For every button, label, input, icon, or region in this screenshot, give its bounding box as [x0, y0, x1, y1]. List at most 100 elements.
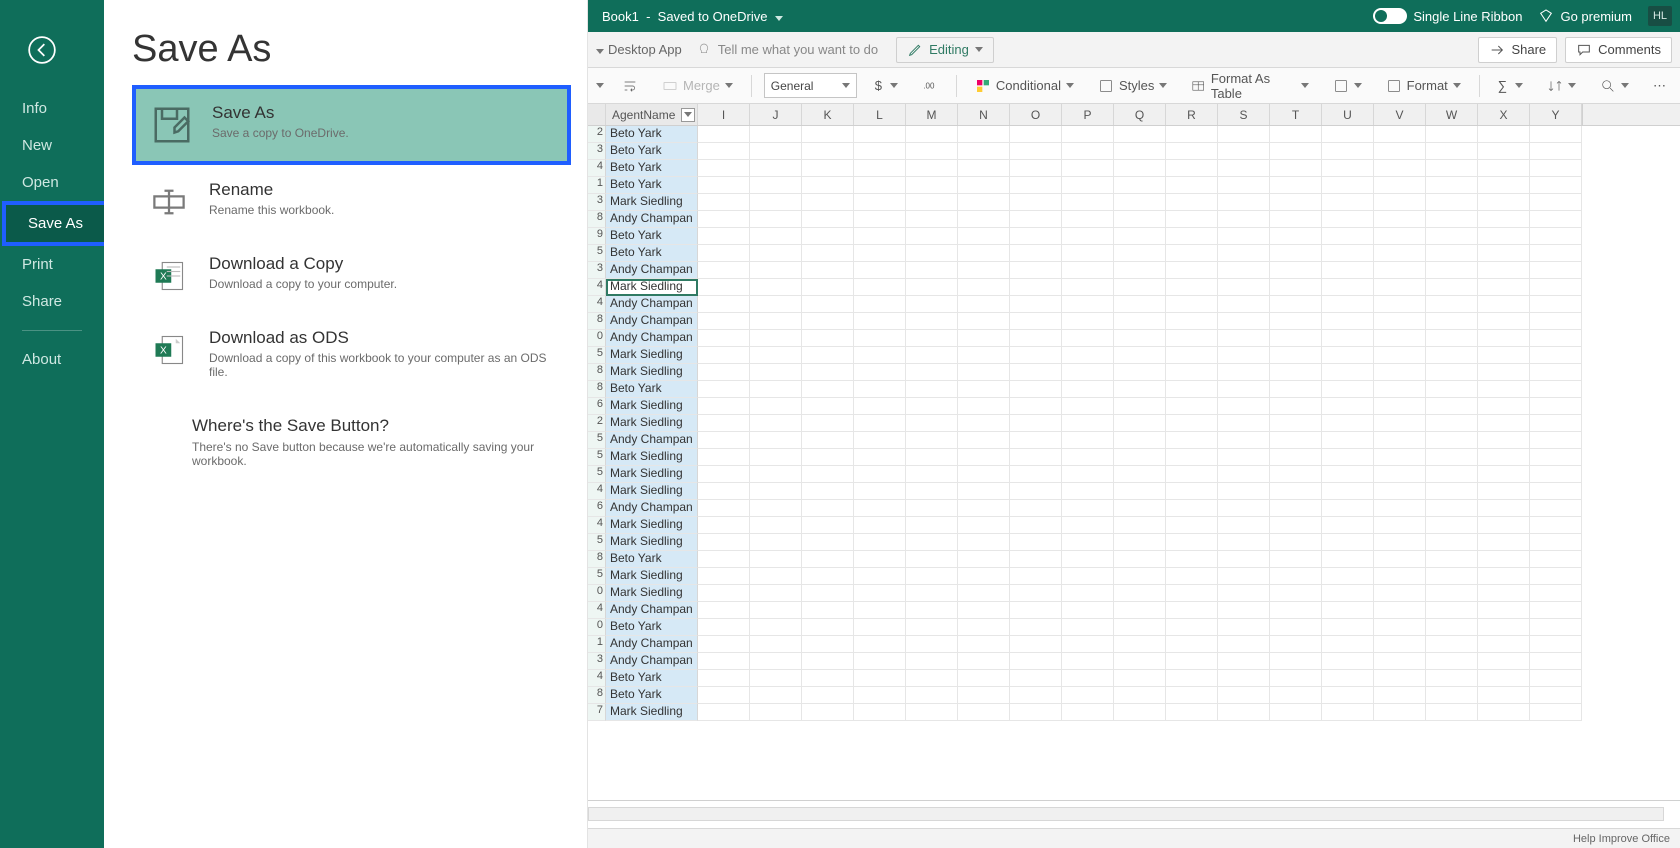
table-row[interactable]: 3Mark Siedling	[588, 194, 1680, 211]
table-row[interactable]: 1Andy Champan	[588, 636, 1680, 653]
grid-cell[interactable]	[1062, 568, 1114, 585]
grid-cell[interactable]	[1530, 619, 1582, 636]
grid-cell[interactable]	[906, 500, 958, 517]
grid-cell[interactable]	[802, 177, 854, 194]
grid-cell[interactable]	[1478, 466, 1530, 483]
row-id-cell[interactable]: 5	[588, 347, 606, 364]
table-row[interactable]: 8Beto Yark	[588, 551, 1680, 568]
grid-cell[interactable]	[802, 143, 854, 160]
agent-name-cell[interactable]: Mark Siedling	[606, 466, 698, 483]
grid-cell[interactable]	[1218, 262, 1270, 279]
grid-cell[interactable]	[1530, 313, 1582, 330]
grid-cell[interactable]	[1114, 500, 1166, 517]
grid-cell[interactable]	[1166, 619, 1218, 636]
grid-cell[interactable]	[698, 296, 750, 313]
grid-cell[interactable]	[698, 143, 750, 160]
grid-cell[interactable]	[1426, 313, 1478, 330]
grid-cell[interactable]	[1426, 636, 1478, 653]
grid-cell[interactable]	[906, 534, 958, 551]
grid-cell[interactable]	[1478, 262, 1530, 279]
grid-cell[interactable]	[1218, 517, 1270, 534]
grid-cell[interactable]	[1478, 449, 1530, 466]
grid-cell[interactable]	[906, 517, 958, 534]
grid-cell[interactable]	[698, 313, 750, 330]
grid-cell[interactable]	[906, 381, 958, 398]
grid-cell[interactable]	[802, 585, 854, 602]
grid-cell[interactable]	[1062, 364, 1114, 381]
table-row[interactable]: 5Beto Yark	[588, 245, 1680, 262]
grid-cell[interactable]	[906, 551, 958, 568]
grid-cell[interactable]	[958, 177, 1010, 194]
grid-cell[interactable]	[1530, 296, 1582, 313]
grid-cell[interactable]	[1114, 330, 1166, 347]
grid-cell[interactable]	[698, 415, 750, 432]
grid-cell[interactable]	[1010, 704, 1062, 721]
grid-cell[interactable]	[802, 619, 854, 636]
grid-cell[interactable]	[1010, 262, 1062, 279]
grid-cell[interactable]	[1322, 194, 1374, 211]
grid-cell[interactable]	[1114, 126, 1166, 143]
grid-cell[interactable]	[906, 296, 958, 313]
grid-cell[interactable]	[1374, 568, 1426, 585]
agent-name-cell[interactable]: Andy Champan	[606, 211, 698, 228]
grid-cell[interactable]	[958, 500, 1010, 517]
grid-cell[interactable]	[698, 585, 750, 602]
grid-cell[interactable]	[958, 330, 1010, 347]
grid-cell[interactable]	[958, 126, 1010, 143]
row-id-cell[interactable]: 4	[588, 483, 606, 500]
grid-cell[interactable]	[1270, 313, 1322, 330]
grid-cell[interactable]	[1114, 619, 1166, 636]
grid-cell[interactable]	[802, 313, 854, 330]
grid-cell[interactable]	[1322, 398, 1374, 415]
grid-cell[interactable]	[1114, 279, 1166, 296]
more-button[interactable]: ⋯	[1647, 75, 1672, 97]
grid-cell[interactable]	[958, 194, 1010, 211]
grid-cell[interactable]	[958, 551, 1010, 568]
grid-cell[interactable]	[1530, 347, 1582, 364]
grid-cell[interactable]	[1478, 228, 1530, 245]
grid-cell[interactable]	[750, 398, 802, 415]
grid-cell[interactable]	[1478, 517, 1530, 534]
grid-cell[interactable]	[854, 228, 906, 245]
table-row[interactable]: 6Mark Siedling	[588, 398, 1680, 415]
row-id-cell[interactable]: 3	[588, 194, 606, 211]
grid-cell[interactable]	[1374, 687, 1426, 704]
row-id-cell[interactable]: 4	[588, 670, 606, 687]
grid-cell[interactable]	[1322, 500, 1374, 517]
sort-filter-button[interactable]	[1541, 75, 1582, 97]
agent-name-cell[interactable]: Mark Siedling	[606, 279, 698, 296]
grid-cell[interactable]	[1426, 602, 1478, 619]
grid-cell[interactable]	[854, 704, 906, 721]
grid-cell[interactable]	[906, 704, 958, 721]
grid-cell[interactable]	[1218, 143, 1270, 160]
grid-cell[interactable]	[1530, 534, 1582, 551]
grid-cell[interactable]	[958, 398, 1010, 415]
grid-cell[interactable]	[854, 143, 906, 160]
table-row[interactable]: 4Mark Siedling	[588, 517, 1680, 534]
grid-cell[interactable]	[958, 585, 1010, 602]
column-header[interactable]: V	[1374, 104, 1426, 125]
grid-cell[interactable]	[1478, 602, 1530, 619]
grid-cell[interactable]	[698, 619, 750, 636]
grid-cell[interactable]	[1478, 211, 1530, 228]
grid-cell[interactable]	[906, 228, 958, 245]
table-row[interactable]: 3Andy Champan	[588, 653, 1680, 670]
grid-cell[interactable]	[958, 534, 1010, 551]
grid-cell[interactable]	[1166, 398, 1218, 415]
option-save-as[interactable]: Save As Save a copy to OneDrive.	[132, 85, 571, 165]
sidebar-item-new[interactable]: New	[0, 127, 104, 164]
row-id-cell[interactable]: 3	[588, 653, 606, 670]
grid-cell[interactable]	[1166, 432, 1218, 449]
grid-cell[interactable]	[1478, 279, 1530, 296]
grid-cell[interactable]	[1374, 415, 1426, 432]
grid-cell[interactable]	[750, 670, 802, 687]
grid-cell[interactable]	[1114, 143, 1166, 160]
grid-cell[interactable]	[750, 551, 802, 568]
grid-cell[interactable]	[1010, 534, 1062, 551]
grid-cell[interactable]	[1166, 568, 1218, 585]
grid-cell[interactable]	[1530, 211, 1582, 228]
grid-cell[interactable]	[1270, 653, 1322, 670]
grid-cell[interactable]	[1062, 602, 1114, 619]
grid-cell[interactable]	[1114, 160, 1166, 177]
column-header[interactable]: W	[1426, 104, 1478, 125]
